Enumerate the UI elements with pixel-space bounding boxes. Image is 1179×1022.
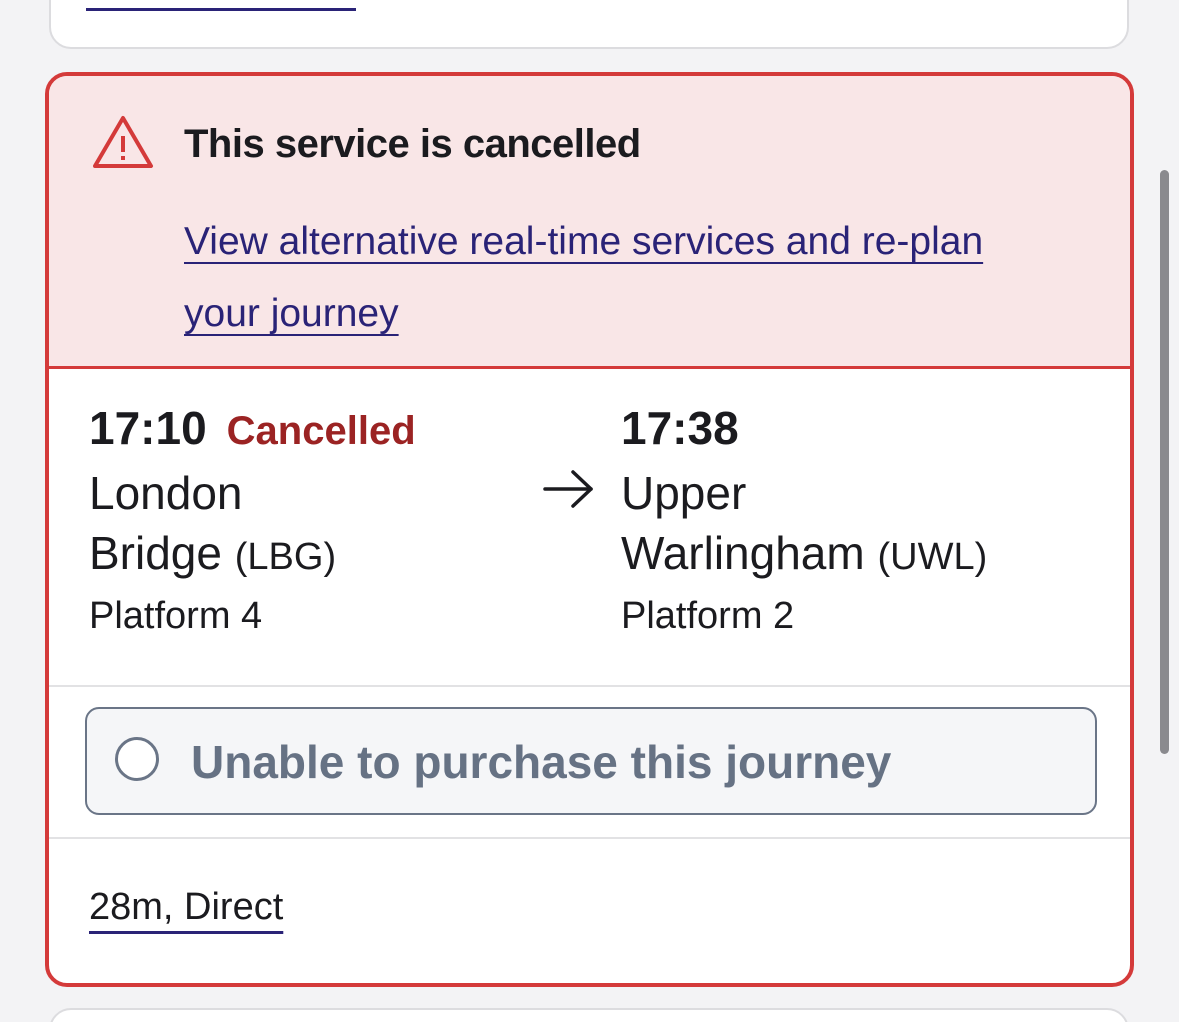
section-divider	[49, 837, 1130, 839]
journey-duration-link[interactable]: 28m, Direct	[89, 886, 283, 929]
cancellation-alert: This service is cancelled View alternati…	[49, 76, 1130, 369]
arrival-station-line1: Upper	[621, 467, 747, 519]
alert-title: This service is cancelled	[184, 122, 641, 166]
departure-station-line1: London	[89, 467, 243, 519]
purchase-option-disabled[interactable]: Unable to purchase this journey	[85, 707, 1097, 815]
departure-time: 17:10	[89, 402, 207, 454]
radio-button[interactable]	[115, 737, 159, 781]
replan-journey-link[interactable]: View alternative real-time services and …	[184, 206, 1064, 350]
arrival-station: Upper Warlingham (UWL)	[621, 463, 1091, 587]
arrival-column: 17:38 Upper Warlingham (UWL) Platform 2	[621, 401, 1091, 638]
journey-times-section: 17:10 Cancelled London Bridge (LBG) Platf…	[49, 369, 1130, 687]
journey-card-cancelled: This service is cancelled View alternati…	[45, 72, 1134, 987]
cancelled-status: Cancelled	[226, 409, 416, 453]
next-journey-card[interactable]	[49, 1008, 1129, 1022]
departure-station-code: (LBG)	[234, 536, 337, 578]
arrow-right-icon	[543, 470, 593, 508]
departure-station-line2: Bridge	[89, 527, 222, 579]
previous-card-link-underline[interactable]	[86, 8, 356, 11]
departure-station: London Bridge (LBG)	[89, 463, 509, 587]
arrival-station-line2: Warlingham	[621, 527, 865, 579]
journey-results-page: This service is cancelled View alternati…	[0, 0, 1179, 1022]
purchase-label: Unable to purchase this journey	[191, 736, 892, 788]
departure-platform: Platform 4	[89, 595, 263, 637]
departure-column: 17:10 Cancelled London Bridge (LBG) Platf…	[89, 401, 509, 638]
warning-triangle-icon	[93, 116, 153, 168]
arrival-time: 17:38	[621, 402, 739, 454]
scrollbar[interactable]	[1160, 170, 1169, 754]
arrival-platform: Platform 2	[621, 595, 795, 637]
arrival-station-code: (UWL)	[877, 536, 988, 578]
